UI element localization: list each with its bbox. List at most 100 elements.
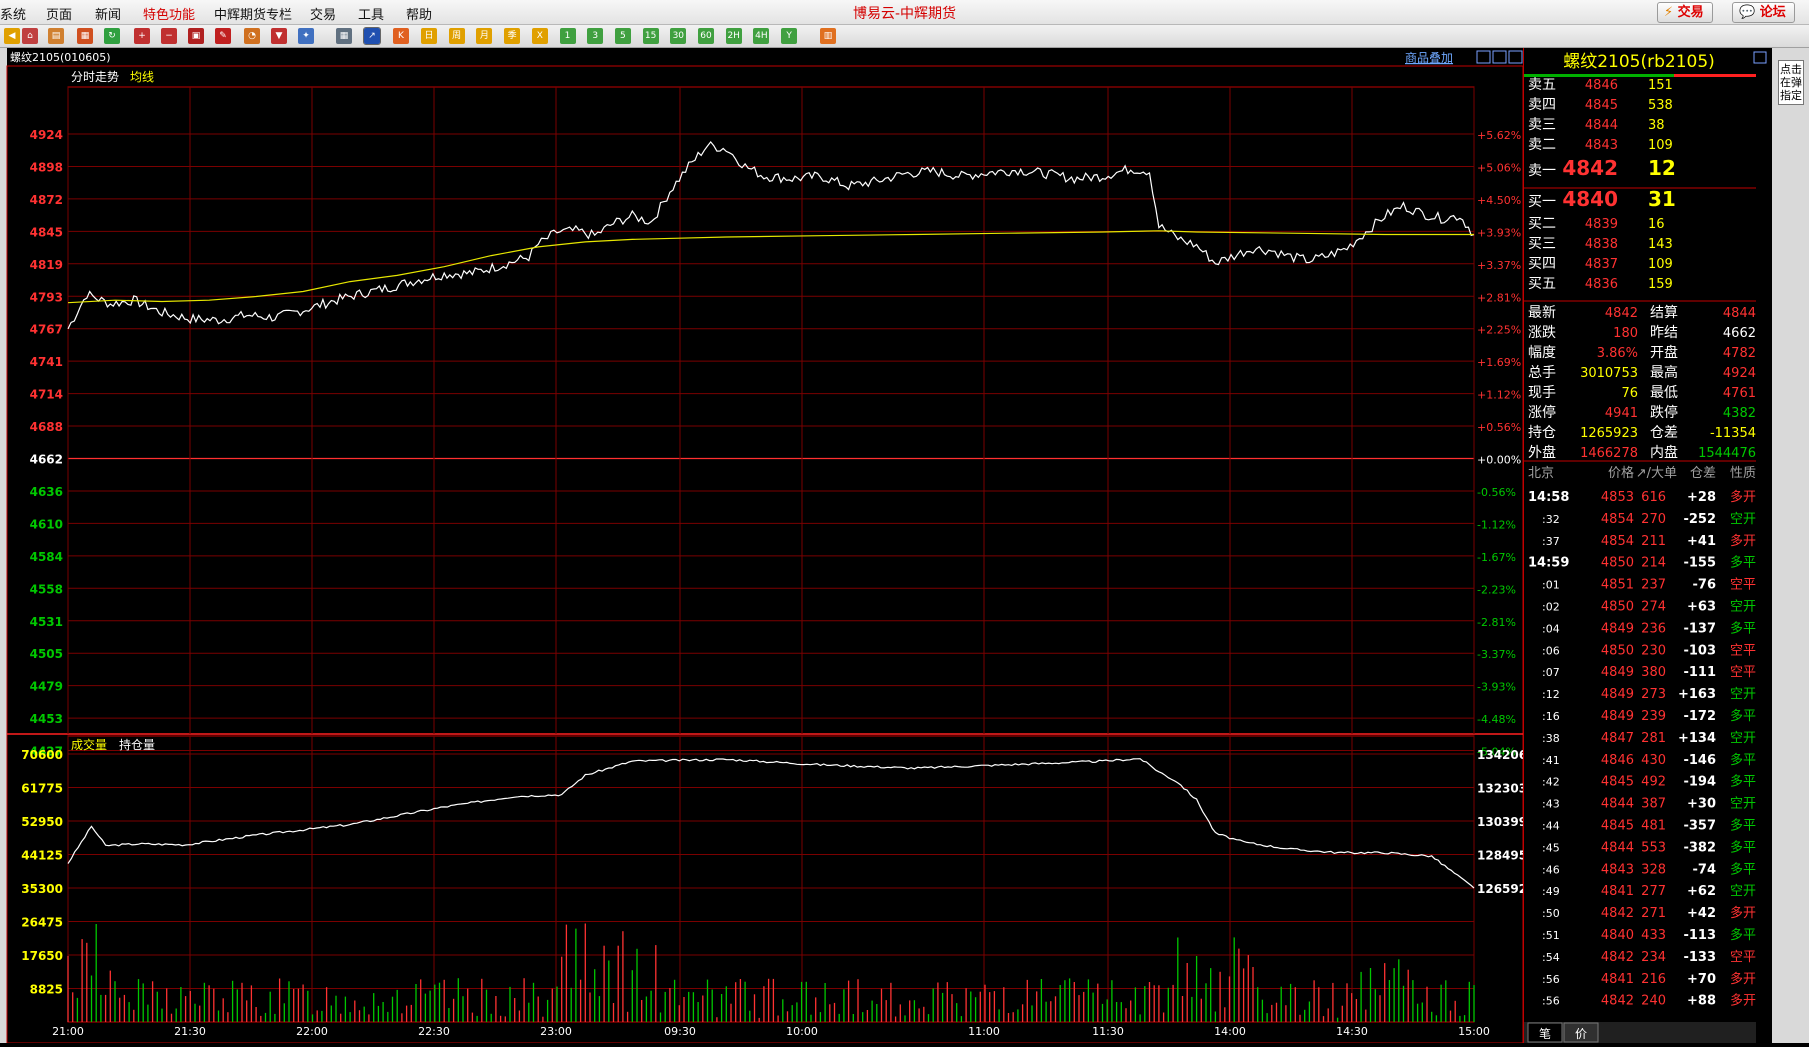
maximize-icon[interactable] [1753,51,1767,64]
tick-time: :51 [1542,929,1560,942]
table-icon[interactable]: ▦ [336,28,352,44]
tick-time: :07 [1542,666,1560,679]
pct-tick-label: -4.48% [1477,713,1516,726]
tick-oi-change: -103 [1683,643,1716,658]
tick-price: 4850 [1601,600,1634,615]
menu-news[interactable]: 新闻 [95,4,121,23]
tick-time: :45 [1542,841,1560,854]
tick-column-header: 性质 [1730,466,1756,481]
ask-price: 4845 [1585,98,1618,113]
period-button[interactable]: 月 [476,28,493,44]
menu-page[interactable]: 页面 [46,4,72,23]
tick-volume: 211 [1641,534,1666,549]
oi-tick-label: 1265923 [1477,882,1523,896]
tick-time: :32 [1542,513,1560,526]
book-icon[interactable]: ▤ [48,28,64,44]
bid-label: 买三 [1528,236,1556,252]
period-button[interactable]: 季 [504,28,521,44]
home-icon[interactable]: ⌂ [22,28,38,44]
timeshare-chart: 螺纹2105(010605) 商品叠加 4924 +5.62% 4898 +5.06% 48… [6,48,1523,1043]
tick-oi-change: +42 [1687,906,1716,921]
alert-icon[interactable]: ◔ [244,28,260,44]
tab-avg-line[interactable]: 均线 [130,70,154,84]
period-button[interactable]: 30 [670,28,687,44]
tick-volume: 328 [1641,862,1666,877]
price-tick-label: 4505 [30,647,63,661]
stat-label: 持仓 [1528,425,1556,441]
menu-tools[interactable]: 工具 [358,4,384,23]
ask-volume: 38 [1648,118,1665,133]
price-tick-label: 4584 [30,550,63,564]
side-tab[interactable]: 点击在弹指定 [1772,48,1809,1043]
stat-label: 涨停 [1528,404,1556,421]
menu-zhonghui-column[interactable]: 中辉期货专栏 [214,4,292,23]
forum-button[interactable]: 💬 论坛 [1732,2,1795,23]
instrument-code: 螺纹2105(010605) [10,50,111,64]
tick-price: 4846 [1601,753,1634,768]
stat-label: 仓差 [1650,425,1678,441]
tick-time: :02 [1542,601,1560,614]
tick-price: 4847 [1601,731,1634,746]
ask-volume: 538 [1648,98,1673,113]
menu-features[interactable]: 特色功能 [143,4,195,23]
new-icon[interactable]: ✦ [298,28,314,44]
tick-volume: 277 [1641,884,1666,899]
stat-value: 4941 [1605,406,1638,421]
quote-tab-label: 价 [1575,1027,1587,1041]
menu-system[interactable]: 系统 [0,4,26,23]
tick-oi-change: +30 [1687,797,1716,812]
tab-open-interest[interactable]: 持仓量 [119,737,155,752]
period-button[interactable]: 3 [587,28,604,44]
pct-tick-label: +0.56% [1477,421,1521,434]
timeshare-chart-icon[interactable]: ↗ [363,27,381,45]
period-button[interactable]: 15 [642,28,659,44]
stat-value: 180 [1613,326,1638,341]
kline-icon[interactable]: K [393,28,409,44]
stat-label: 最低 [1650,385,1678,401]
filter-icon[interactable]: ▼ [271,28,287,44]
period-button[interactable]: X [531,28,548,44]
tick-volume: 430 [1641,753,1666,768]
tick-oi-change: -133 [1683,950,1716,965]
period-button[interactable]: 4H [753,28,770,44]
refresh-icon[interactable]: ↻ [104,28,120,44]
tick-volume: 433 [1641,928,1666,943]
news-icon[interactable]: ▦ [77,28,93,44]
period-button[interactable]: 2H [725,28,742,44]
tick-nature: 多开 [1730,993,1756,1009]
tick-nature: 多平 [1730,839,1756,855]
tick-volume: 237 [1641,578,1666,593]
tick-volume: 380 [1641,665,1666,680]
ask-price: 4842 [1562,156,1618,180]
bid-price: 4837 [1585,257,1618,272]
tab-timeshare[interactable]: 分时走势 [71,70,119,84]
stat-value: 4782 [1723,346,1756,361]
volume-tick-label: 52950 [21,815,63,829]
period-button[interactable]: Y [781,28,798,44]
pen-icon[interactable]: ✎ [215,28,231,44]
x-tick-label: 11:30 [1092,1025,1124,1038]
calendar-icon[interactable]: ▥ [820,28,836,44]
zoom-in-icon[interactable]: + [134,28,150,44]
back-icon[interactable]: ◀ [4,28,20,44]
volume-tick-label: 26475 [21,916,63,930]
ask-label: 卖二 [1528,137,1556,153]
window-icon[interactable]: ▣ [188,28,204,44]
period-button[interactable]: 周 [448,28,465,44]
trade-button[interactable]: ⚡ 交易 [1657,2,1713,23]
stat-label: 总手 [1528,365,1556,381]
tab-volume[interactable]: 成交量 [71,737,107,752]
tick-volume: 271 [1641,906,1666,921]
menu-help[interactable]: 帮助 [406,4,432,23]
zoom-out-icon[interactable]: − [161,28,177,44]
period-button[interactable]: 60 [698,28,714,44]
stat-label: 开盘 [1650,344,1678,361]
tick-nature: 空开 [1730,797,1756,812]
overlay-button[interactable]: 商品叠加 [1405,50,1453,65]
period-button[interactable]: 5 [614,28,631,44]
period-button[interactable]: 日 [421,28,437,44]
tick-nature: 多平 [1730,620,1756,636]
period-button[interactable]: 1 [559,28,576,44]
menu-trade[interactable]: 交易 [310,4,336,23]
tick-nature: 多平 [1730,861,1756,877]
